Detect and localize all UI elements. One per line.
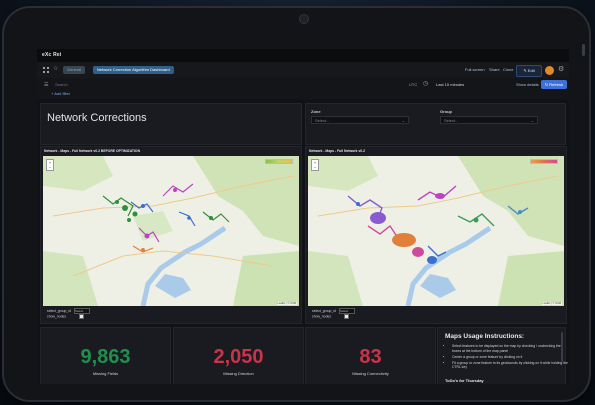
gear-icon[interactable]: ⚙ xyxy=(558,65,564,73)
search-input[interactable] xyxy=(55,81,395,88)
dashboard-screen: eXc Rei ☆ General Network Correction Alg… xyxy=(37,49,569,384)
breadcrumb-dashboard[interactable]: Network Correction Algorithm Dashboard xyxy=(93,66,174,74)
stat-missing-fields: 9,863 Missing Fields xyxy=(40,327,171,384)
add-filter-link[interactable]: + Add filter xyxy=(51,91,70,96)
network-map-after[interactable]: + − Leaflet | © OSM xyxy=(308,156,564,306)
refresh-label: Refresh xyxy=(549,82,564,87)
zoom-controls[interactable]: + − xyxy=(311,159,319,171)
map-title: Network - Maps - Full Network v0.2 xyxy=(309,149,365,153)
stat-label: Missing Fields xyxy=(92,371,119,376)
map-legend xyxy=(530,159,558,164)
map-attribution: Leaflet | © OSM xyxy=(276,302,297,305)
scrollbar[interactable] xyxy=(561,332,563,362)
tablet-frame: eXc Rei ☆ General Network Correction Alg… xyxy=(4,8,589,400)
instructions-list: Select features to be displayed on the m… xyxy=(446,344,568,371)
share-link[interactable]: Share xyxy=(489,67,500,72)
edit-label: Edit xyxy=(527,68,535,73)
group-select[interactable]: Select... ⌄ xyxy=(440,116,538,124)
edit-button[interactable]: ✎ Edit xyxy=(516,65,542,77)
refresh-button[interactable]: ↻ Refresh xyxy=(541,80,567,89)
map-legend xyxy=(265,159,293,164)
chevron-down-icon: ⌄ xyxy=(530,118,534,123)
time-range[interactable]: Last 15 minutes xyxy=(436,82,464,87)
calendar-icon[interactable]: ◷ xyxy=(423,80,428,87)
map-panel-before: Network - Maps - Full Network v0.2 BEFOR… xyxy=(40,146,302,324)
breadcrumb-folder[interactable]: General xyxy=(63,66,86,74)
filter-bar: + Add filter xyxy=(37,91,569,99)
dashboard-nav: ☆ General Network Correction Algorithm D… xyxy=(37,62,569,79)
timezone-label[interactable]: UTC xyxy=(409,82,417,87)
show-details-link[interactable]: Show details xyxy=(516,82,539,87)
map-canvas xyxy=(43,156,299,306)
show-nodes-checkbox[interactable] xyxy=(79,314,84,319)
app-logo: eXc Rei xyxy=(42,52,62,58)
clone-link[interactable]: Clone xyxy=(503,67,513,72)
network-map-before[interactable]: + − Leaflet | © OSM xyxy=(43,156,299,306)
camera-icon xyxy=(299,14,309,24)
group-label: Group xyxy=(440,109,452,114)
map-title: Network - Maps - Full Network v0.2 BEFOR… xyxy=(44,149,141,153)
page-title: Network Corrections xyxy=(47,112,147,124)
stat-missing-direction: 2,050 Missing Direction xyxy=(173,327,304,384)
show-nodes-row: show_nodes xyxy=(47,314,84,319)
map-canvas xyxy=(308,156,564,306)
stat-label: Missing Connectivity xyxy=(352,371,389,376)
full-screen-link[interactable]: Full screen xyxy=(465,67,485,72)
zoom-controls[interactable]: + − xyxy=(46,159,54,171)
zone-label: Zone xyxy=(311,109,321,114)
tablet-side-button xyxy=(582,44,585,56)
show-nodes-row: show_nodes xyxy=(312,314,349,319)
stat-missing-connectivity: 83 Missing Connectivity xyxy=(305,327,436,384)
query-bar: ☰ UTC ◷ Last 15 minutes Show details ↻ R… xyxy=(37,78,569,91)
stat-value: 2,050 xyxy=(213,346,264,368)
show-nodes-checkbox[interactable] xyxy=(344,314,349,319)
instructions-title: Maps Usage Instructions: xyxy=(445,333,525,340)
instructions-footer: ToDo's for Thursday xyxy=(445,378,484,383)
menu-icon[interactable]: ☰ xyxy=(44,82,48,88)
select-group-label: select_group_id xyxy=(47,308,71,313)
zone-select[interactable]: Select... ⌄ xyxy=(311,116,409,124)
list-item: Fit a group or zone feature to its geobo… xyxy=(452,361,568,370)
apps-grid-icon[interactable] xyxy=(43,67,49,73)
avatar[interactable] xyxy=(545,66,554,75)
show-nodes-label: show_nodes xyxy=(312,314,332,319)
selector-panel: Zone Select... ⌄ Group Select... ⌄ xyxy=(305,103,566,145)
instructions-panel: Maps Usage Instructions: Select features… xyxy=(437,327,568,384)
star-icon[interactable]: ☆ xyxy=(53,65,58,72)
title-panel: Network Corrections xyxy=(40,103,302,145)
group-select-value: Select... xyxy=(444,118,459,123)
map-attribution: Leaflet | © OSM xyxy=(541,302,562,305)
stat-value: 9,863 xyxy=(80,346,131,368)
map-panel-after: Network - Maps - Full Network v0.2 + − L… xyxy=(305,146,567,324)
app-header: eXc Rei xyxy=(37,49,569,62)
list-item: Select features to be displayed on the m… xyxy=(452,344,568,353)
list-item: Center a group or zone feature by clicki… xyxy=(452,355,568,360)
zone-select-value: Select... xyxy=(315,118,330,123)
chevron-down-icon: ⌄ xyxy=(401,118,405,123)
stat-value: 83 xyxy=(359,346,382,368)
select-group-label: select_group_id xyxy=(312,308,336,313)
stat-label: Missing Direction xyxy=(223,371,254,376)
show-nodes-label: show_nodes xyxy=(47,314,67,319)
